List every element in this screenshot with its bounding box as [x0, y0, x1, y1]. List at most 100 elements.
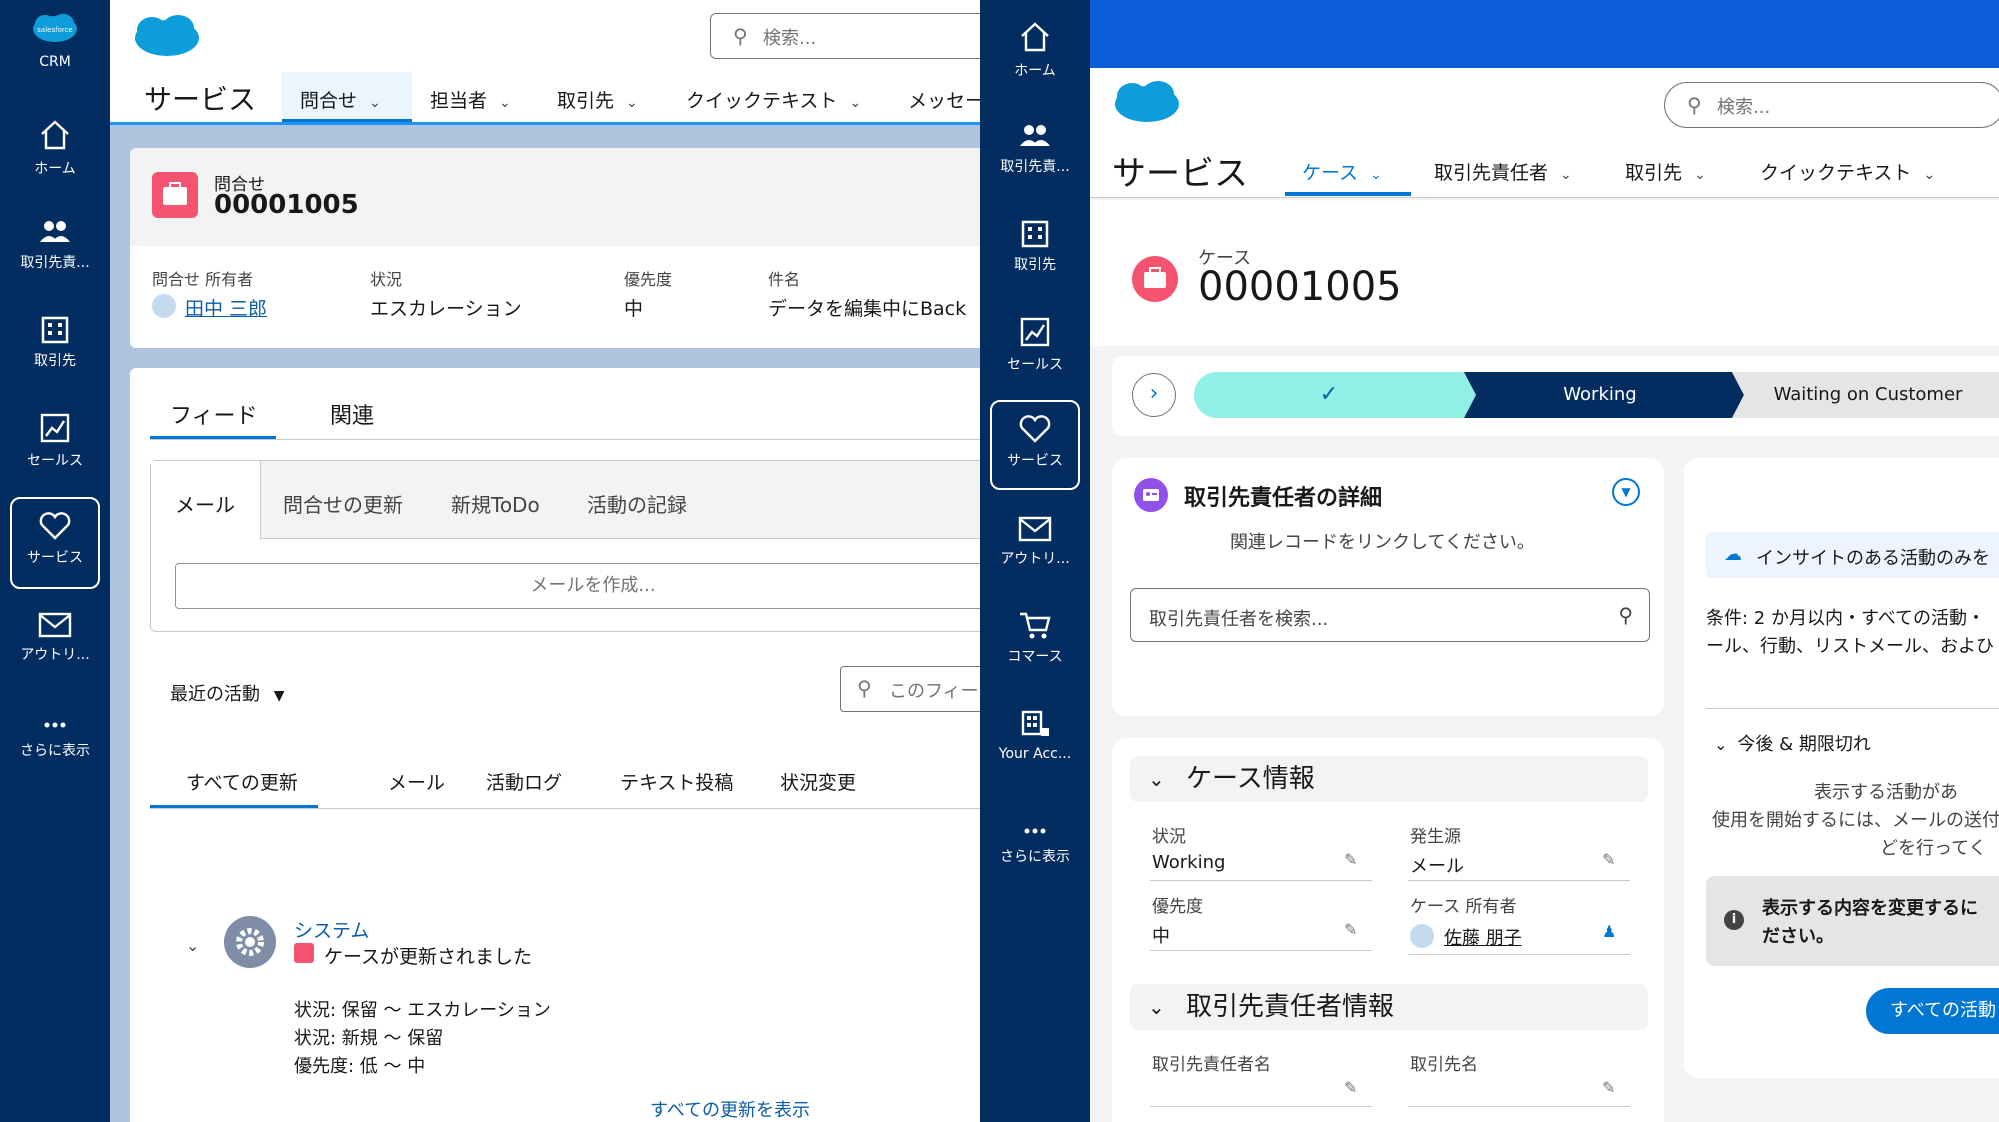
show-all-updates-link[interactable]: すべての更新を表示 — [650, 1096, 810, 1122]
recent-activity-filter[interactable]: 最近の活動 ▼ — [170, 680, 285, 706]
more-icon — [44, 722, 66, 728]
contacts-icon — [1020, 125, 1050, 146]
feed-card: フィード 関連 メール 問合せの更新 新規ToDo 活動の記録 メールを作成..… — [130, 368, 980, 1122]
nav-accounts[interactable]: 取引先 — [0, 314, 110, 370]
dropdown-icon[interactable]: ▼ — [1612, 478, 1640, 506]
pencil-icon[interactable]: ✎ — [1602, 850, 1615, 869]
nav-service[interactable]: サービス — [990, 400, 1080, 490]
right-header: ⚲ 検索... サービス ケース ⌄ 取引先責任者 ⌄ 取引先 ⌄ クイックテキスト ⌄ — [1090, 68, 1999, 198]
pencil-icon[interactable]: ✎ — [1344, 850, 1357, 869]
tab-case[interactable]: ケース ⌄ — [1302, 158, 1382, 185]
filter-text-post[interactable]: テキスト投稿 — [620, 768, 733, 795]
building-icon — [41, 316, 69, 344]
chevron-right-icon[interactable]: › — [1132, 373, 1176, 417]
feed-change-2: 状況: 新規 ～ 保留 — [294, 1028, 444, 1049]
tab-feed[interactable]: フィード — [170, 398, 258, 430]
salesforce-cloud-icon[interactable] — [1112, 78, 1182, 126]
tab-assignee[interactable]: 担当者 ⌄ — [430, 86, 511, 113]
view-all-activities-button[interactable]: すべての活動 — [1866, 988, 1999, 1034]
chevron-down-icon[interactable]: ⌄ — [1694, 167, 1706, 183]
nav-contacts[interactable]: 取引先責... — [0, 216, 110, 272]
contact-search-input[interactable]: 取引先責任者を検索... ⚲ — [1130, 588, 1650, 642]
tab-messaging[interactable]: メッセー — [908, 86, 980, 113]
chevron-down-icon[interactable]: ⌄ — [1923, 167, 1935, 183]
search-icon: ⚲ — [733, 24, 748, 48]
nav-sales[interactable]: セールス — [0, 412, 110, 470]
tab-accounts[interactable]: 取引先 ⌄ — [1625, 158, 1706, 185]
nav-outreach[interactable]: アウトリ... — [980, 516, 1090, 568]
pencil-icon[interactable]: ✎ — [1344, 920, 1357, 939]
path-step-next[interactable]: Waiting on Customer — [1744, 372, 1992, 418]
chevron-down-icon[interactable]: ⌄ — [1560, 167, 1572, 183]
nav-your-accounts[interactable]: Your Acc... — [980, 708, 1090, 762]
tab-contacts[interactable]: 取引先責任者 ⌄ — [1434, 158, 1572, 185]
filter-all[interactable]: すべての更新 — [186, 768, 298, 795]
pencil-icon[interactable]: ✎ — [1344, 1078, 1357, 1097]
search-placeholder: 検索... — [763, 28, 817, 49]
compose-email-input[interactable]: メールを作成... — [175, 563, 980, 609]
upcoming-overdue-toggle[interactable]: ⌄ 今後 & 期限切れ — [1714, 730, 1871, 756]
nav-contacts[interactable]: 取引先責... — [980, 120, 1090, 176]
account-name-label: 取引先名 — [1410, 1055, 1478, 1075]
nav-sales[interactable]: セールス — [980, 316, 1090, 374]
tab-related[interactable]: 関連 — [330, 398, 374, 430]
publisher-tab-update[interactable]: 問合せの更新 — [283, 489, 403, 518]
gear-icon — [224, 916, 276, 968]
global-search-input[interactable]: ⚲ 検索... — [710, 13, 980, 59]
priority-value: 中 — [624, 298, 644, 320]
chevron-down-icon[interactable]: ⌄ — [369, 95, 381, 111]
nav-more[interactable]: さらに表示 — [0, 720, 110, 760]
tab-account[interactable]: 取引先 ⌄ — [557, 86, 638, 113]
tab-inquiry[interactable]: 問合せ ⌄ — [300, 86, 381, 113]
heart-icon — [39, 512, 71, 540]
publisher-tabbar — [151, 461, 980, 539]
chart-icon — [40, 413, 70, 443]
nav-label: アウトリ... — [20, 647, 90, 663]
nav-outreach[interactable]: アウトリ... — [0, 612, 110, 664]
chevron-down-icon[interactable]: ⌄ — [1370, 167, 1382, 183]
nav-accounts[interactable]: 取引先 — [980, 218, 1090, 274]
tab-label: 問合せ — [300, 90, 358, 112]
left-global-nav: salesforce CRM ホーム 取引先責... 取引先 セールス サービス… — [0, 0, 110, 1122]
owner-link[interactable]: 田中 三郎 — [185, 294, 267, 321]
salesforce-cloud-icon[interactable] — [132, 12, 202, 60]
tab-quicktext[interactable]: クイックテキスト ⌄ — [1760, 158, 1935, 185]
insight-filter-banner[interactable]: ☁ インサイトのある活動のみを — [1706, 532, 1999, 578]
nav-commerce[interactable]: コマース — [980, 610, 1090, 666]
chevron-down-icon[interactable]: ⌄ — [849, 95, 861, 111]
case-owner-link[interactable]: 佐藤 朋子 — [1444, 924, 1522, 950]
publisher-tab-log[interactable]: 活動の記録 — [587, 489, 687, 518]
tab-label: 取引先責任者 — [1434, 162, 1549, 184]
feed-actor-link[interactable]: システム — [294, 916, 369, 943]
nav-home[interactable]: ホーム — [980, 20, 1090, 80]
filter-status-change[interactable]: 状況変更 — [780, 768, 856, 795]
feed-search-input[interactable]: ⚲ このフィー — [840, 666, 980, 712]
search-icon[interactable]: ⚲ — [1618, 603, 1633, 627]
nav-service[interactable]: サービス — [10, 497, 100, 589]
tab-label: ケース — [1302, 162, 1359, 184]
nav-label: サービス — [27, 550, 83, 566]
chevron-down-icon[interactable]: ⌄ — [186, 936, 199, 955]
tab-label: クイックテキスト — [1760, 162, 1912, 184]
publisher-tab-todo[interactable]: 新規ToDo — [451, 489, 540, 518]
pencil-icon[interactable]: ✎ — [1602, 1078, 1615, 1097]
record-number: 00001005 — [1198, 264, 1402, 310]
path-step-current[interactable]: Working — [1476, 372, 1724, 418]
filter-activity-log[interactable]: 活動ログ — [486, 768, 562, 795]
tab-quicktext[interactable]: クイックテキスト ⌄ — [686, 86, 861, 113]
nav-home[interactable]: ホーム — [0, 118, 110, 178]
global-search-input[interactable]: ⚲ 検索... — [1664, 82, 1999, 128]
contact-info-section-header[interactable]: ⌄ 取引先責任者情報 — [1130, 984, 1648, 1030]
nav-label: セールス — [27, 453, 83, 469]
button-label: すべての活動 — [1890, 1000, 1997, 1021]
filter-email[interactable]: メール — [388, 768, 445, 795]
filter-underline — [150, 805, 318, 808]
case-info-section-header[interactable]: ⌄ ケース情報 — [1130, 756, 1648, 802]
change-owner-icon[interactable]: ♟ — [1602, 922, 1616, 941]
publisher-tab-email[interactable]: メール — [175, 489, 235, 518]
nav-more[interactable]: さらに表示 — [980, 826, 1090, 866]
salesforce-logo[interactable]: salesforce CRM — [0, 12, 110, 70]
chevron-down-icon[interactable]: ⌄ — [499, 95, 511, 111]
chevron-down-icon[interactable]: ⌄ — [626, 95, 638, 111]
path-step-complete[interactable]: ✓ — [1194, 372, 1464, 418]
